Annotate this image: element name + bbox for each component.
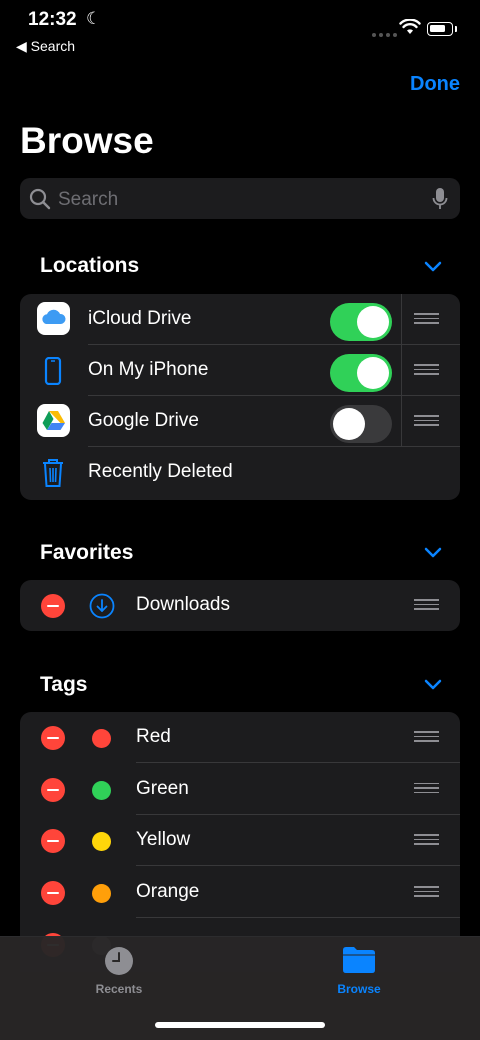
location-label: iCloud Drive	[88, 308, 192, 329]
trash-icon	[43, 459, 63, 487]
reorder-handle-icon[interactable]	[414, 731, 439, 743]
remove-tag-button[interactable]	[41, 726, 65, 750]
tags-list: Red Green Yellow Orange	[20, 712, 460, 972]
favorites-header: Favorites	[40, 541, 134, 564]
page-title: Browse	[20, 120, 154, 161]
chevron-down-icon[interactable]	[423, 260, 443, 274]
tag-color-dot	[92, 780, 111, 800]
wifi-icon	[399, 19, 421, 34]
reorder-handle-icon[interactable]	[414, 782, 439, 795]
tags-header: Tags	[40, 673, 88, 696]
tag-row-orange[interactable]: Orange	[20, 867, 460, 918]
tag-label: Red	[136, 726, 171, 747]
tag-row-green[interactable]: Green	[20, 764, 460, 815]
location-row-iphone[interactable]: On My iPhone	[20, 345, 460, 396]
home-indicator	[155, 1022, 325, 1028]
reorder-handle-icon[interactable]	[414, 834, 439, 846]
tag-row-red[interactable]: Red	[20, 712, 460, 763]
iphone-icon	[44, 357, 62, 385]
locations-header: Locations	[40, 254, 140, 277]
location-row-icloud[interactable]: iCloud Drive	[20, 294, 460, 345]
location-row-google-drive[interactable]: Google Drive	[20, 396, 460, 447]
location-label: On My iPhone	[88, 359, 209, 380]
tab-recents[interactable]: Recents	[59, 937, 179, 1007]
reorder-handle-icon[interactable]	[414, 364, 439, 376]
cellular-signal-icon	[372, 33, 397, 37]
chevron-down-icon[interactable]	[423, 546, 443, 560]
reorder-handle-icon[interactable]	[414, 599, 439, 611]
back-to-search-link[interactable]: ◀ Search	[16, 38, 75, 55]
battery-tip	[455, 26, 457, 32]
locations-list: iCloud Drive On My iPhone Google Drive R…	[20, 294, 460, 500]
download-icon	[89, 593, 115, 619]
tag-label: Orange	[136, 881, 200, 902]
reorder-handle-icon[interactable]	[414, 886, 439, 898]
tag-color-dot	[92, 884, 111, 903]
iphone-toggle[interactable]	[330, 354, 392, 392]
tab-recents-label: Recents	[95, 982, 143, 996]
remove-tag-button[interactable]	[41, 777, 65, 802]
status-time: 12:32	[28, 9, 77, 30]
favorite-row-downloads[interactable]: Downloads	[20, 580, 460, 631]
tag-label: Green	[136, 777, 189, 799]
location-label: Google Drive	[88, 410, 199, 431]
tag-color-dot	[92, 832, 111, 851]
microphone-icon[interactable]	[432, 187, 448, 211]
clock-icon	[105, 947, 133, 975]
battery-icon	[427, 22, 453, 36]
reorder-handle-icon[interactable]	[414, 415, 439, 427]
tag-label: Yellow	[136, 829, 191, 850]
done-button[interactable]: Done	[410, 73, 460, 96]
moon-icon: ☾	[86, 9, 102, 28]
icloud-toggle[interactable]	[330, 303, 392, 341]
folder-icon	[343, 947, 375, 973]
google-drive-icon	[37, 404, 70, 437]
chevron-down-icon[interactable]	[423, 678, 443, 692]
favorite-label: Downloads	[136, 594, 230, 615]
location-row-recently-deleted[interactable]: Recently Deleted	[20, 447, 460, 498]
icloud-icon	[37, 302, 70, 335]
tab-browse[interactable]: Browse	[299, 937, 419, 1007]
tab-browse-label: Browse	[337, 982, 381, 996]
back-label: Search	[30, 38, 76, 54]
google-drive-toggle[interactable]	[330, 405, 392, 443]
remove-tag-button[interactable]	[41, 881, 65, 905]
tag-row-yellow[interactable]: Yellow	[20, 815, 460, 866]
search-icon	[29, 188, 51, 210]
tag-color-dot	[92, 729, 111, 748]
remove-tag-button[interactable]	[41, 829, 65, 853]
remove-favorite-button[interactable]	[41, 594, 65, 618]
favorites-list: Downloads	[20, 580, 460, 631]
location-label: Recently Deleted	[88, 461, 233, 482]
search-input[interactable]	[56, 178, 420, 221]
search-bar[interactable]	[20, 178, 460, 221]
reorder-handle-icon[interactable]	[414, 313, 439, 325]
